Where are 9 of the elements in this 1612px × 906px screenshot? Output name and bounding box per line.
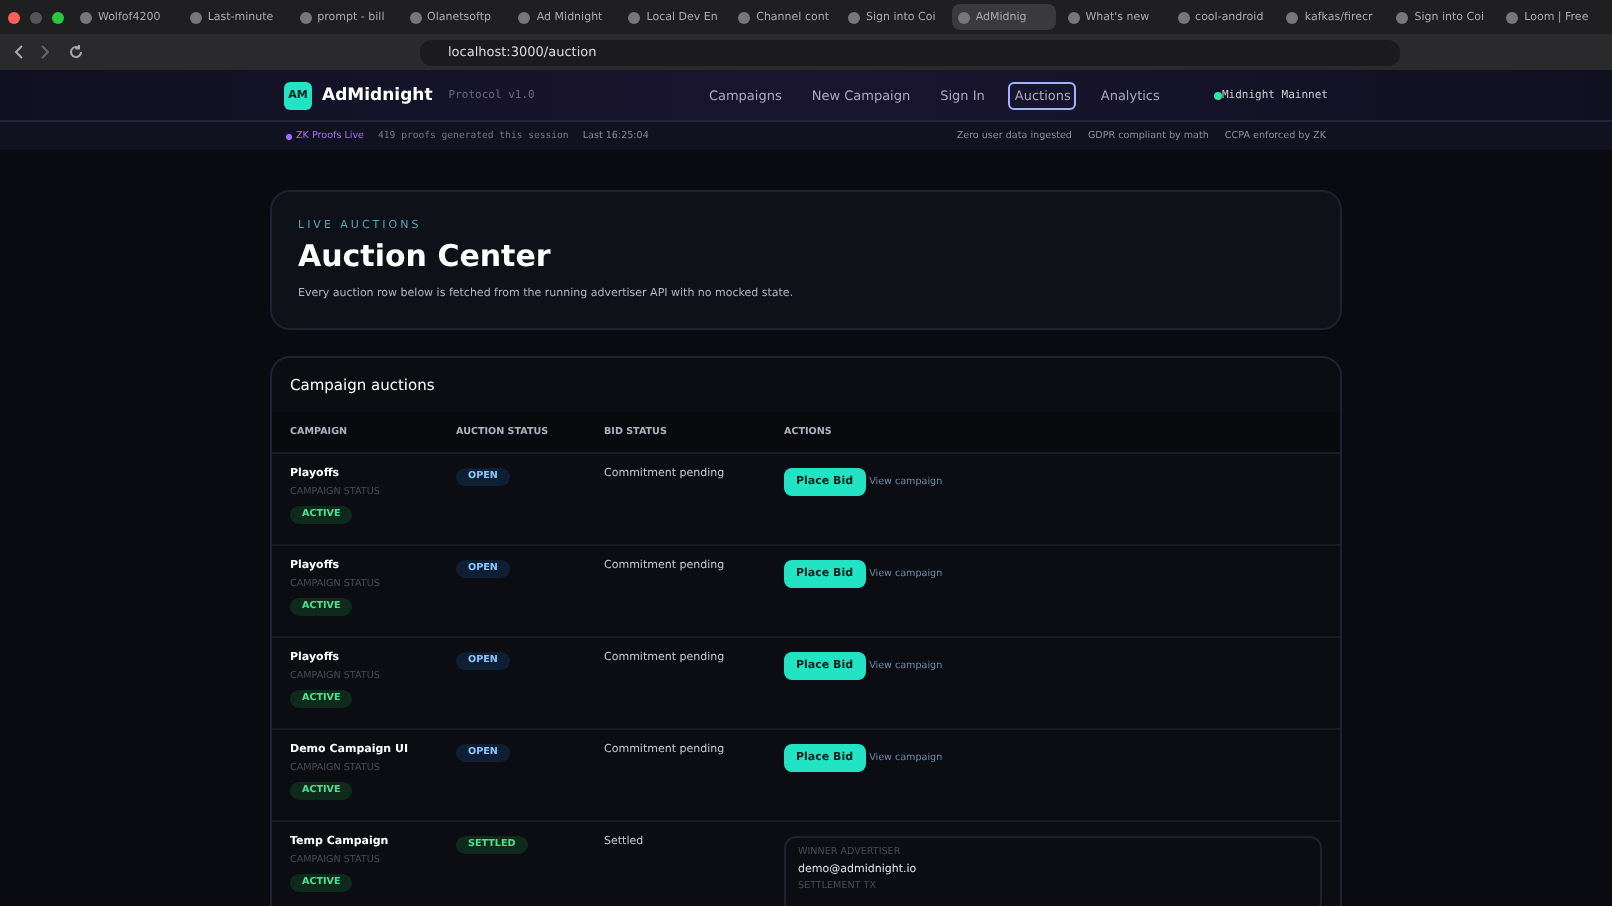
status-dot-icon xyxy=(1214,91,1222,99)
maximize-window-icon[interactable] xyxy=(51,11,64,23)
forward-icon[interactable] xyxy=(40,44,52,60)
reload-icon[interactable] xyxy=(68,44,84,60)
back-icon[interactable] xyxy=(12,44,24,60)
close-window-icon[interactable] xyxy=(8,11,20,23)
page-title: Auction Center xyxy=(298,238,553,274)
live-dot-icon xyxy=(286,133,292,139)
brand-name: AdMidnight xyxy=(322,85,433,105)
